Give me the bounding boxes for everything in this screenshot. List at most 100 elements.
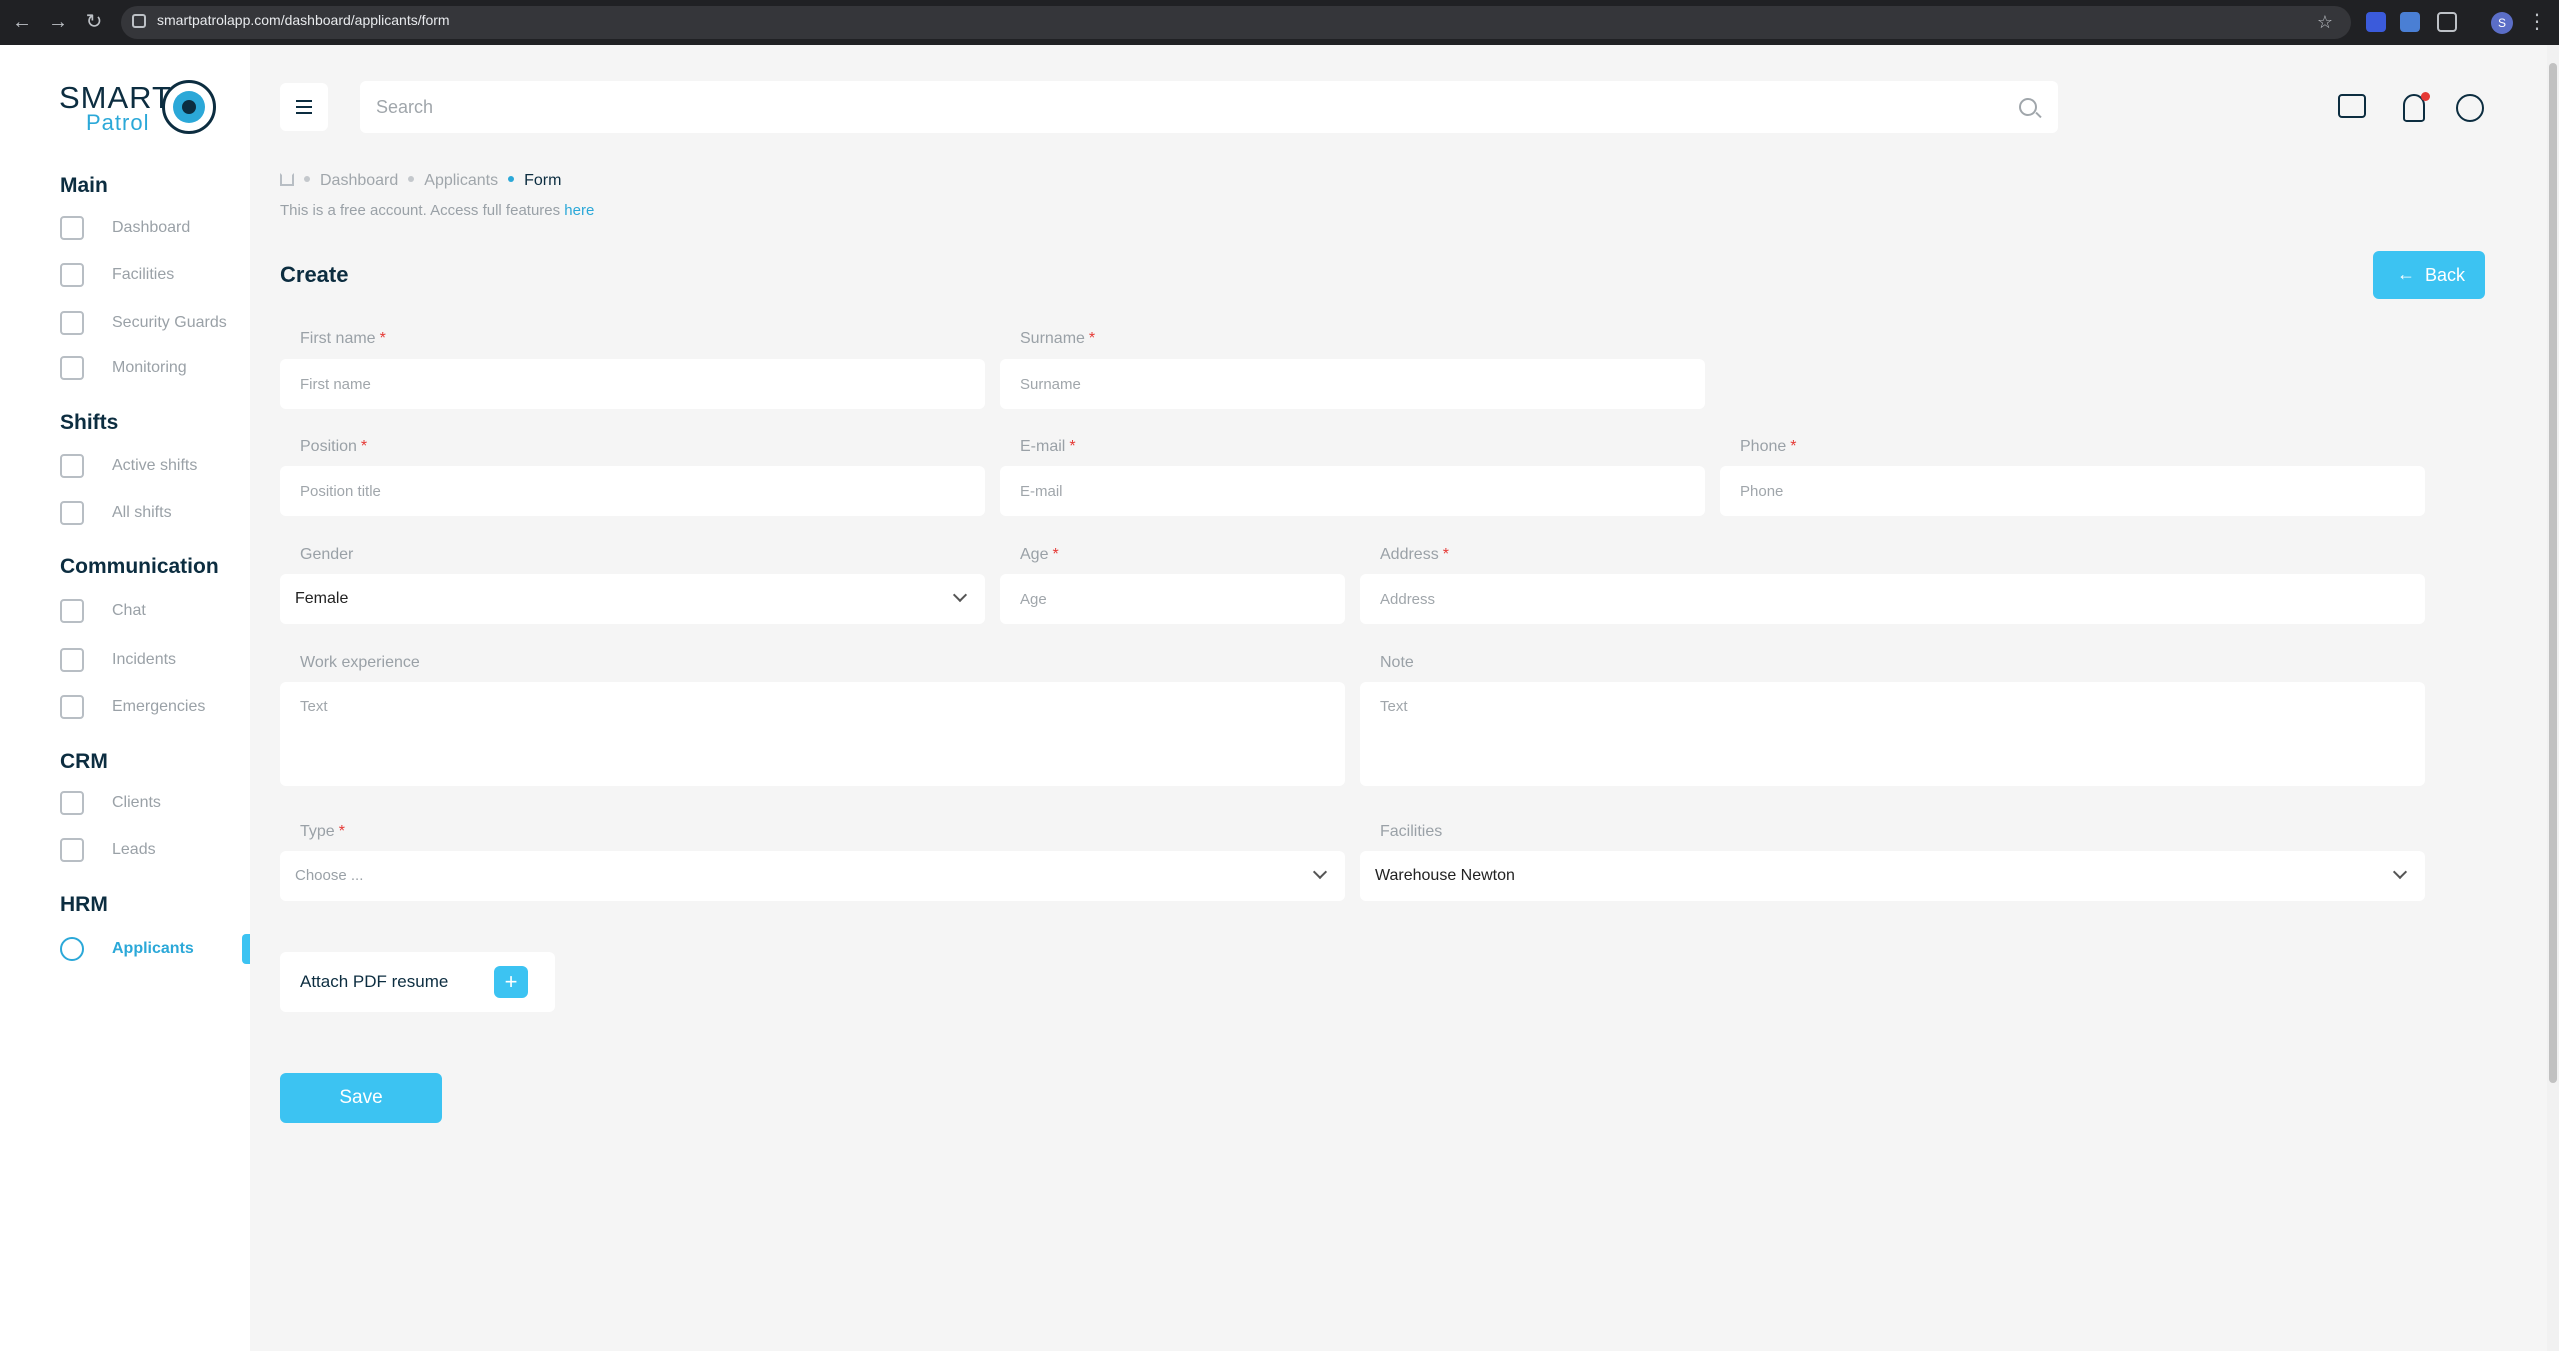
grid-icon [60,216,84,240]
save-button[interactable]: Save [280,1073,442,1123]
sidebar-item-chat[interactable]: Chat [60,596,250,626]
menu-toggle-button[interactable] [280,83,328,131]
sidebar-item-label: Monitoring [112,359,187,376]
email-input[interactable] [1000,466,1705,516]
section-main: Main [60,174,108,197]
alert-icon [60,648,84,672]
section-crm: CRM [60,750,108,773]
home-icon[interactable] [280,173,294,186]
attach-resume-card: Attach PDF resume + [280,952,555,1012]
gender-label: Gender [300,546,354,563]
page-scrollbar[interactable] [2547,45,2559,1351]
browser-menu-icon[interactable]: ⋮ [2525,10,2549,34]
chat-icon [60,599,84,623]
phone-label: Phone * [1740,438,1797,455]
sidebar-item-label: Applicants [112,940,194,957]
bookmark-star-icon[interactable]: ☆ [2313,10,2337,34]
facilities-label: Facilities [1380,823,1443,840]
page-title: Create [280,262,349,287]
chevron-down-icon [952,587,968,603]
back-button[interactable]: ← Back [2373,251,2485,299]
sidebar-item-clients[interactable]: Clients [60,788,250,818]
breadcrumb: Dashboard Applicants Form [280,172,567,190]
sidebar-item-active-shifts[interactable]: Active shifts [60,451,250,481]
eye-logo-icon [162,80,216,134]
type-label: Type * [300,823,345,840]
facilities-select[interactable]: Warehouse Newton [1360,851,2425,901]
hamburger-icon [296,100,312,114]
scrollbar-thumb[interactable] [2549,63,2557,1083]
leads-icon [60,838,84,862]
search-input[interactable] [360,81,2058,133]
type-placeholder: Choose ... [295,867,364,884]
sidebar-item-label: Incidents [112,651,177,668]
messages-icon[interactable] [2338,94,2366,118]
breadcrumb-dashboard[interactable]: Dashboard [320,172,398,189]
applicant-icon [60,937,84,961]
attach-resume-button[interactable]: + [494,966,528,998]
attach-resume-label: Attach PDF resume [300,972,449,991]
guard-icon [60,311,84,335]
work-experience-label: Work experience [300,654,420,671]
sidebar-item-label: Facilities [112,266,175,283]
sidebar-item-label: All shifts [112,504,172,521]
first-name-label: First name * [300,330,386,347]
sidebar-item-applicants[interactable]: Applicants [60,934,250,964]
work-experience-textarea[interactable]: Text [280,682,1345,786]
section-shifts: Shifts [60,411,119,434]
forward-arrow-icon[interactable]: → [46,10,70,34]
back-arrow-icon[interactable]: ← [10,10,34,34]
position-input[interactable] [280,466,985,516]
calendar-icon [60,501,84,525]
gender-select[interactable]: Female [280,574,985,624]
notification-dot [2421,92,2430,101]
user-account-icon[interactable] [2456,94,2484,122]
arrow-left-icon: ← [2397,264,2415,284]
sidebar-item-label: Chat [112,602,146,619]
free-account-notice: This is a free account. Access full feat… [280,202,594,219]
sidebar-item-facilities[interactable]: Facilities [60,260,250,290]
clients-icon [60,791,84,815]
extensions-puzzle-icon[interactable] [2437,12,2457,32]
sidebar-item-label: Clients [112,794,161,811]
note-label: Note [1380,654,1414,671]
extension-icon[interactable] [2366,12,2386,32]
sidebar-item-leads[interactable]: Leads [60,835,250,865]
profile-avatar[interactable]: S [2491,12,2513,34]
sidebar-item-dashboard[interactable]: Dashboard [60,213,250,243]
notice-text: This is a free account. Access full feat… [280,202,565,219]
sidebar-item-label: Dashboard [112,219,191,236]
sidebar-item-label: Active shifts [112,457,198,474]
monitor-icon [60,356,84,380]
section-communication: Communication [60,555,219,578]
sidebar-item-security-guards[interactable]: Security Guards [60,308,250,338]
search-icon[interactable] [2019,98,2037,116]
breadcrumb-applicants[interactable]: Applicants [424,172,498,189]
reload-icon[interactable]: ↻ [82,10,106,34]
hand-icon [60,454,84,478]
logo-text-patrol: Patrol [86,110,150,135]
siren-icon [60,695,84,719]
url-text[interactable]: smartpatrolapp.com/dashboard/applicants/… [157,12,450,28]
surname-input[interactable] [1000,359,1705,409]
address-bar[interactable] [121,6,2351,39]
phone-input[interactable] [1720,466,2425,516]
sidebar-item-all-shifts[interactable]: All shifts [60,498,250,528]
type-select[interactable]: Choose ... [280,851,1345,901]
position-label: Position * [300,438,368,455]
sidebar-item-emergencies[interactable]: Emergencies [60,692,250,722]
translate-icon[interactable] [2400,12,2420,32]
site-info-icon[interactable] [132,14,146,28]
note-textarea[interactable]: Text [1360,682,2425,786]
browser-chrome: ← → ↻ smartpatrolapp.com/dashboard/appli… [0,0,2559,45]
back-button-label: Back [2425,265,2466,285]
age-input[interactable] [1000,574,1345,624]
surname-label: Surname * [1020,330,1096,347]
first-name-input[interactable] [280,359,985,409]
upgrade-link[interactable]: here [564,202,594,219]
sidebar-item-incidents[interactable]: Incidents [60,645,250,675]
sidebar-item-monitoring[interactable]: Monitoring [60,353,250,383]
address-input[interactable] [1360,574,2425,624]
chevron-down-icon [2392,864,2408,880]
smart-patrol-logo[interactable]: SMART Patrol [59,80,219,140]
